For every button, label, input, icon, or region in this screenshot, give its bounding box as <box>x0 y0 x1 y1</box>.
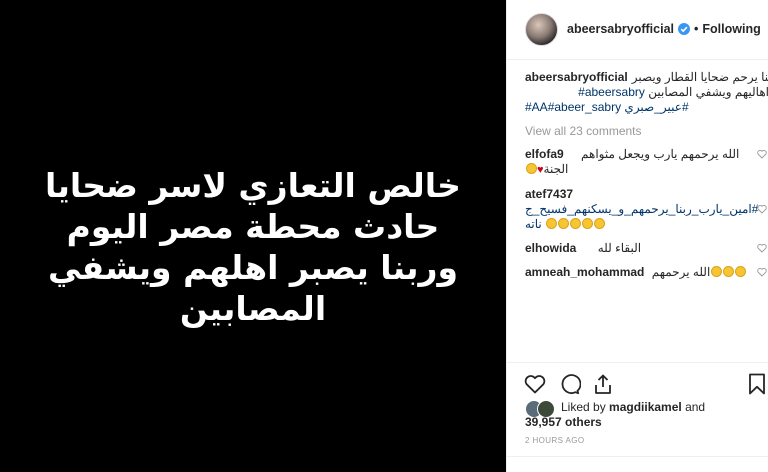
caption-text-line1: ربنا يرحم ضحايا القطار ويصبر <box>631 70 768 84</box>
comment-item: amneah_mohammad الله يرحمهم <box>525 265 768 280</box>
comment-username[interactable]: elfofa9 <box>525 147 564 161</box>
comment-item: elhowida البقاء لله <box>525 241 768 256</box>
comment-username[interactable]: atef7437 <box>525 187 573 201</box>
comment-like-heart-icon[interactable] <box>757 149 767 159</box>
post-caption: abeersabryofficial ربنا يرحم ضحايا القطا… <box>525 70 768 115</box>
comment-username[interactable]: elhowida <box>525 241 576 255</box>
post-actions-bar <box>507 362 768 402</box>
caption-username[interactable]: abeersabryofficial <box>525 70 628 85</box>
avatar[interactable] <box>525 13 558 46</box>
view-all-comments-link[interactable]: View all 23 comments <box>525 124 768 138</box>
comment-like-heart-icon[interactable] <box>757 267 767 277</box>
hashtag-link[interactable]: #abeersabry <box>578 85 645 99</box>
media-caption-text: خالص التعازي لاسر ضحايا حادث محطة مصر ال… <box>0 165 506 329</box>
comment-text: البقاء لله <box>597 241 642 255</box>
post-header: abeersabryofficial • Following <box>507 0 768 60</box>
bookmark-icon[interactable] <box>745 372 768 396</box>
hashtag-link[interactable]: #abeer_sabry <box>548 100 621 114</box>
post-side-panel: abeersabryofficial • Following abeersabr… <box>506 0 768 472</box>
emoji-icon <box>722 266 734 277</box>
header-username[interactable]: abeersabryofficial <box>567 22 674 36</box>
emoji-icon <box>525 163 537 174</box>
emoji-icon <box>734 266 746 277</box>
media-line: خالص التعازي لاسر ضحايا <box>45 166 461 205</box>
likes-text: Liked by magdiikamel and 39,957 others <box>525 400 706 429</box>
likes-middle: and <box>681 400 706 414</box>
comment-hashtag[interactable]: #امين_يارب_ربنا_يرحمهم_و_يسكنهم_فسيح_ج <box>525 202 758 216</box>
emoji-icon <box>545 218 557 229</box>
post-media[interactable]: خالص التعازي لاسر ضحايا حادث محطة مصر ال… <box>0 0 506 472</box>
comment-icon[interactable] <box>557 372 581 396</box>
post-timestamp[interactable]: 2 HOURS AGO <box>525 436 585 445</box>
following-button[interactable]: Following <box>702 22 760 36</box>
comment-like-heart-icon[interactable] <box>757 204 767 214</box>
add-comment-bar[interactable] <box>507 456 768 472</box>
comment-item: atef7437 #امين_يارب_ربنا_يرحمهم_و_يسكنهم… <box>525 187 768 232</box>
media-line: حادث محطة مصر اليوم <box>66 207 440 246</box>
hashtag-link[interactable]: #AA <box>525 100 548 114</box>
share-icon[interactable] <box>591 372 615 396</box>
comment-text: الله يرحمهم <box>651 265 711 279</box>
hashtag-link[interactable]: #عبير_صبري <box>624 100 688 114</box>
comments-section: abeersabryofficial ربنا يرحم ضحايا القطا… <box>525 70 768 280</box>
likes-count-link[interactable]: 39,957 others <box>525 415 602 429</box>
likes-prefix: Liked by <box>561 400 610 414</box>
media-line: وربنا يصبر اهلهم ويشفي <box>47 248 459 287</box>
emoji-icon <box>557 218 569 229</box>
comment-text-2[interactable]: ناته <box>525 217 542 231</box>
comment-username[interactable]: amneah_mohammad <box>525 265 644 279</box>
heart-icon[interactable] <box>523 372 547 396</box>
emoji-icon <box>593 218 605 229</box>
emoji-icon <box>710 266 722 277</box>
comment-item: elfofa9 الله يرحمهم يارب ويجعل مثواهم ♥ا… <box>525 147 768 178</box>
comment-text-2: الجنة <box>543 162 569 176</box>
comment-like-heart-icon[interactable] <box>757 243 767 253</box>
comment-text: الله يرحمهم يارب ويجعل مثواهم <box>581 147 740 161</box>
media-line: المصابين <box>179 289 327 328</box>
emoji-icon <box>569 218 581 229</box>
caption-text-line2: اهاليهم ويشفي المصابين <box>648 85 768 99</box>
liker-username[interactable]: magdiikamel <box>609 400 682 414</box>
emoji-icon <box>581 218 593 229</box>
separator-dot: • <box>694 22 699 36</box>
verified-badge-icon <box>678 23 690 35</box>
